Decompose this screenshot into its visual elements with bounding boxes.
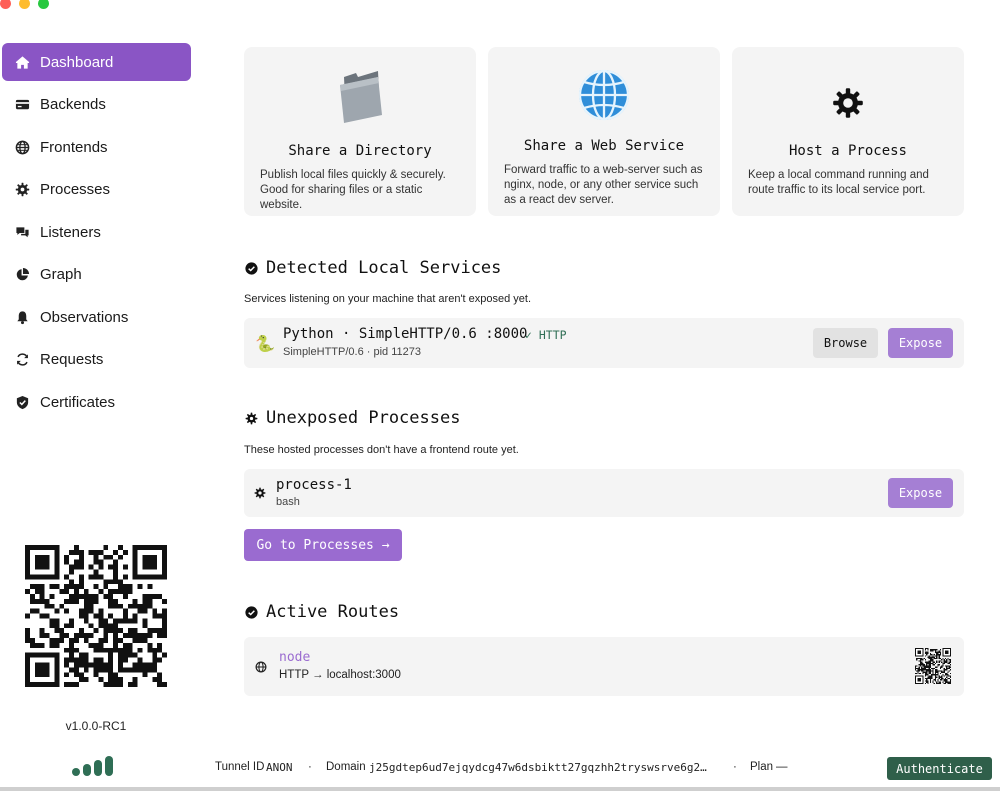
sidebar-item-graph[interactable]: Graph (2, 256, 191, 294)
sidebar-nav: Dashboard Backends Frontends Processes L… (2, 43, 191, 426)
share-web-service-card[interactable]: Share a Web Service Forward traffic to a… (488, 47, 720, 216)
process-row: process-1 bash Expose (244, 469, 964, 517)
credit-card-icon (14, 97, 30, 113)
refresh-icon (14, 352, 30, 368)
status-bar: Tunnel ID ANON · Domain j25gdtep6ud7ejqy… (0, 752, 1000, 784)
globe-icon (14, 139, 30, 155)
pie-chart-icon (14, 267, 30, 283)
sidebar-item-label: Requests (40, 351, 104, 368)
bell-icon (14, 309, 30, 325)
version-label: v1.0.0-RC1 (65, 719, 127, 733)
section-title: Unexposed Processes (266, 408, 461, 428)
folder-icon (244, 69, 476, 123)
check-badge-icon (245, 261, 258, 275)
window-bottom-edge (0, 787, 1000, 791)
home-icon (14, 54, 30, 70)
sidebar-item-label: Observations (40, 308, 129, 326)
detected-services-heading: Detected Local Services (245, 258, 501, 278)
host-process-card[interactable]: Host a Process Keep a local command runn… (732, 47, 964, 216)
globe-icon (488, 68, 720, 122)
check-badge-icon (245, 605, 258, 619)
tunnel-id-value: ANON (266, 761, 293, 774)
gear-icon (245, 412, 258, 425)
service-detail: SimpleHTTP/0.6 · pid 11273 (283, 346, 421, 358)
sidebar-item-certificates[interactable]: Certificates (2, 383, 191, 421)
qr-code (25, 545, 167, 687)
python-snake-icon: 🐍 (255, 336, 275, 353)
domain-value[interactable]: j25gdtep6ud7ejqydcg47w6dsbiktt27gqzhh2tr… (369, 761, 707, 774)
section-title: Detected Local Services (266, 258, 502, 278)
expose-button[interactable]: Expose (888, 328, 953, 358)
share-directory-card[interactable]: Share a Directory Publish local files qu… (244, 47, 476, 216)
unexposed-processes-heading: Unexposed Processes (245, 408, 460, 428)
sidebar-item-observations[interactable]: Observations (2, 298, 191, 336)
gear-icon (732, 87, 964, 119)
expose-process-button[interactable]: Expose (888, 478, 953, 508)
sidebar-item-label: Dashboard (40, 53, 114, 71)
sidebar-item-processes[interactable]: Processes (2, 171, 191, 209)
route-row[interactable]: node HTTP → localhost:3000 (244, 637, 964, 696)
tunnel-id-label: Tunnel ID (215, 761, 265, 773)
separator: · (733, 761, 737, 773)
plan-label: Plan (750, 761, 774, 773)
gear-icon (254, 486, 266, 504)
card-title: Host a Process (788, 143, 907, 159)
sidebar-item-dashboard[interactable]: Dashboard (2, 43, 191, 81)
section-subtitle: These hosted processes don't have a fron… (244, 444, 519, 456)
detected-service-row: 🐍 Python · SimpleHTTP/0.6 :8000 ✓ HTTP S… (244, 318, 964, 368)
shield-check-icon (14, 394, 30, 410)
authenticate-button[interactable]: Authenticate (887, 757, 992, 780)
go-to-processes-button[interactable]: Go to Processes → (244, 529, 402, 561)
route-detail: HTTP → localhost:3000 (279, 669, 401, 681)
plan-value: — (776, 761, 788, 773)
sidebar-item-label: Backends (40, 96, 106, 113)
domain-label: Domain (326, 761, 366, 773)
chat-bubbles-icon (14, 224, 30, 240)
card-description: Forward traffic to a web-server such as … (504, 164, 703, 206)
sidebar-item-label: Processes (40, 181, 111, 198)
card-title: Share a Directory (288, 143, 432, 159)
gear-icon (14, 182, 30, 198)
sidebar-item-label: Listeners (40, 223, 101, 241)
service-name: Python · SimpleHTTP/0.6 :8000 (283, 326, 528, 342)
active-routes-heading: Active Routes (245, 602, 399, 622)
process-detail: bash (276, 496, 300, 508)
route-qr-code[interactable] (915, 648, 951, 684)
globe-icon (255, 660, 267, 678)
sidebar-item-requests[interactable]: Requests (2, 341, 191, 379)
sidebar-item-backends[interactable]: Backends (2, 86, 191, 124)
sidebar-item-label: Frontends (40, 138, 108, 156)
section-subtitle: Services listening on your machine that … (244, 293, 532, 305)
process-name: process-1 (276, 477, 352, 493)
quick-actions: Share a Directory Publish local files qu… (244, 47, 964, 216)
sidebar-item-label: Certificates (40, 393, 116, 411)
card-description: Publish local files quickly & securely. … (260, 169, 446, 211)
section-title: Active Routes (266, 602, 400, 622)
sidebar-item-frontends[interactable]: Frontends (2, 128, 191, 166)
browse-button[interactable]: Browse (813, 328, 878, 358)
connection-signal-icon (72, 756, 113, 776)
sidebar-item-listeners[interactable]: Listeners (2, 213, 191, 251)
route-name-link[interactable]: node (279, 650, 310, 665)
card-description: Keep a local command running and route t… (748, 169, 929, 196)
sidebar-item-label: Graph (40, 266, 82, 283)
sidebar: Dashboard Backends Frontends Processes L… (0, 0, 200, 750)
card-title: Share a Web Service (523, 138, 685, 154)
protocol-badge: ✓ HTTP (525, 328, 567, 342)
separator: · (308, 761, 312, 773)
